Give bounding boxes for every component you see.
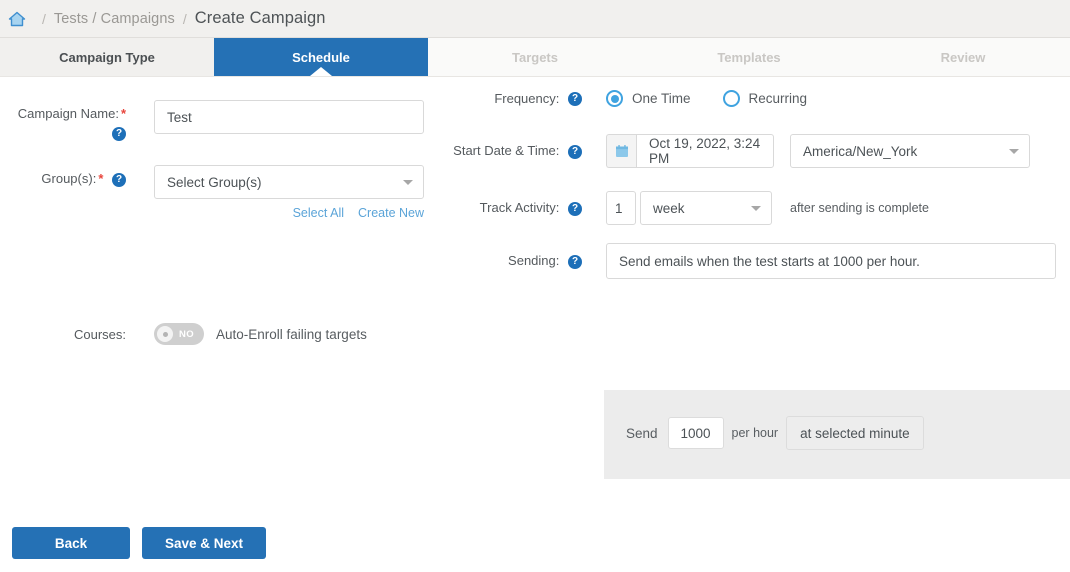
start-datetime-control: Oct 19, 2022, 3:24 PM America/New_York <box>606 134 1030 168</box>
schedule-form: Campaign Name: * ? Test Group(s): * ? Sele… <box>0 77 1070 511</box>
tab-templates[interactable]: Templates <box>642 38 856 76</box>
track-activity-control: 1 week after sending is complete <box>606 191 929 225</box>
timezone-select[interactable]: America/New_York <box>790 134 1030 168</box>
tab-targets[interactable]: Targets <box>428 38 642 76</box>
frequency-options: One Time Recurring <box>606 90 807 107</box>
tab-label: Targets <box>512 49 558 65</box>
campaign-name-label: Campaign Name: * ? <box>0 100 132 141</box>
at-selected-minute-button[interactable]: at selected minute <box>786 416 924 450</box>
radio-label: Recurring <box>748 91 808 106</box>
start-datetime-value: Oct 19, 2022, 3:24 PM <box>649 136 761 166</box>
help-icon[interactable]: ? <box>112 172 126 187</box>
field-sending: Sending: ? Send emails when the test sta… <box>440 243 1070 279</box>
radio-one-time[interactable]: One Time <box>606 90 691 107</box>
track-activity-amount: 1 <box>615 200 623 216</box>
help-icon[interactable]: ? <box>568 201 582 216</box>
send-label: Send <box>626 425 658 441</box>
tab-label: Review <box>940 49 986 65</box>
label-text: Start Date & Time: <box>453 143 560 159</box>
back-button[interactable]: Back <box>12 527 130 559</box>
timezone-value: America/New_York <box>803 143 918 159</box>
tab-label: Schedule <box>292 49 350 65</box>
breadcrumb-separator-1: / <box>42 10 46 27</box>
create-new-link[interactable]: Create New <box>358 206 424 220</box>
page-title: Create Campaign <box>194 9 326 27</box>
track-activity-label: Track Activity: ? <box>440 200 588 216</box>
label-text: Sending: <box>508 253 560 269</box>
required-marker: * <box>98 171 104 186</box>
breadcrumb: / Tests / Campaigns / Create Campaign <box>0 0 1070 38</box>
auto-enroll-toggle[interactable]: NO <box>154 323 204 345</box>
field-track-activity: Track Activity: ? 1 week after sending i… <box>440 191 929 225</box>
help-icon[interactable]: ? <box>568 254 582 269</box>
home-icon[interactable] <box>8 11 26 27</box>
groups-control-wrap: Select Group(s) Select All Create New <box>154 165 424 220</box>
send-rate-input[interactable]: 1000 <box>667 417 724 449</box>
groups-select[interactable]: Select Group(s) <box>154 165 424 199</box>
radio-icon <box>722 90 740 107</box>
campaign-name-input[interactable]: Test <box>154 100 424 134</box>
tab-campaign-type[interactable]: Campaign Type <box>0 38 214 76</box>
wizard-tabs: Campaign Type Schedule Targets Templates… <box>0 38 1070 77</box>
send-rate-value: 1000 <box>680 425 711 441</box>
courses-label: Courses: <box>73 326 126 342</box>
breadcrumb-separator-2: / <box>182 10 187 27</box>
field-courses: Courses: NO Auto-Enroll failing targets <box>0 323 440 345</box>
help-icon[interactable]: ? <box>568 92 582 107</box>
tab-review[interactable]: Review <box>856 38 1070 76</box>
track-activity-unit-select[interactable]: week <box>640 191 772 225</box>
frequency-label: Frequency: ? <box>440 91 588 107</box>
groups-value: Select Group(s) <box>167 174 262 190</box>
label-text: Campaign Name: <box>17 106 119 121</box>
label-text: Frequency: <box>494 90 560 106</box>
track-activity-amount-input[interactable]: 1 <box>606 191 636 225</box>
groups-label: Group(s): * ? <box>0 165 132 187</box>
toggle-knob <box>157 326 173 342</box>
radio-label: One Time <box>632 91 691 106</box>
calendar-icon[interactable] <box>606 134 636 168</box>
breadcrumb-parent[interactable]: Tests / Campaigns <box>54 11 175 27</box>
auto-enroll-caption: Auto-Enroll failing targets <box>216 326 367 342</box>
help-icon[interactable]: ? <box>112 126 126 141</box>
datetime-input-group: Oct 19, 2022, 3:24 PM <box>606 134 774 168</box>
label-text: Track Activity: <box>479 200 560 216</box>
radio-icon <box>606 90 623 107</box>
field-frequency: Frequency: ? One Time Recurring <box>440 90 807 107</box>
per-hour-label: per hour <box>731 426 779 440</box>
chevron-down-icon <box>751 205 761 211</box>
courses-control-wrap: NO Auto-Enroll failing targets <box>154 323 367 345</box>
toggle-state-label: NO <box>179 328 195 340</box>
at-selected-minute-label: at selected minute <box>800 425 910 441</box>
track-activity-unit: week <box>653 200 685 216</box>
radio-recurring[interactable]: Recurring <box>722 90 808 107</box>
track-activity-suffix: after sending is complete <box>790 201 929 215</box>
tab-label: Templates <box>717 49 781 65</box>
start-datetime-input[interactable]: Oct 19, 2022, 3:24 PM <box>636 134 774 168</box>
groups-links: Select All Create New <box>154 206 424 220</box>
field-groups: Group(s): * ? Select Group(s) Select All … <box>0 165 440 220</box>
form-footer: Back Save & Next <box>0 514 1070 572</box>
field-campaign-name: Campaign Name: * ? Test <box>0 100 440 141</box>
chevron-down-icon <box>403 179 413 185</box>
field-start-datetime: Start Date & Time: ? Oct 19, 2022, 3:24 … <box>440 134 1070 168</box>
sending-summary-input[interactable]: Send emails when the test starts at 1000… <box>606 243 1056 279</box>
required-marker: * <box>120 106 126 121</box>
campaign-name-value: Test <box>167 109 192 125</box>
help-icon[interactable]: ? <box>568 144 582 159</box>
chevron-down-icon <box>1009 148 1019 154</box>
label-text: Group(s): <box>41 171 97 186</box>
save-next-button[interactable]: Save & Next <box>142 527 266 559</box>
sending-rate-panel: Send 1000 per hour at selected minute <box>604 390 1070 479</box>
start-datetime-label: Start Date & Time: ? <box>440 143 588 159</box>
sending-summary-value: Send emails when the test starts at 1000… <box>619 253 920 269</box>
tab-label: Campaign Type <box>59 49 155 65</box>
tab-schedule[interactable]: Schedule <box>214 38 428 76</box>
sending-rate-row: Send 1000 per hour at selected minute <box>626 416 924 450</box>
sending-label: Sending: ? <box>440 253 588 269</box>
select-all-link[interactable]: Select All <box>293 206 344 220</box>
